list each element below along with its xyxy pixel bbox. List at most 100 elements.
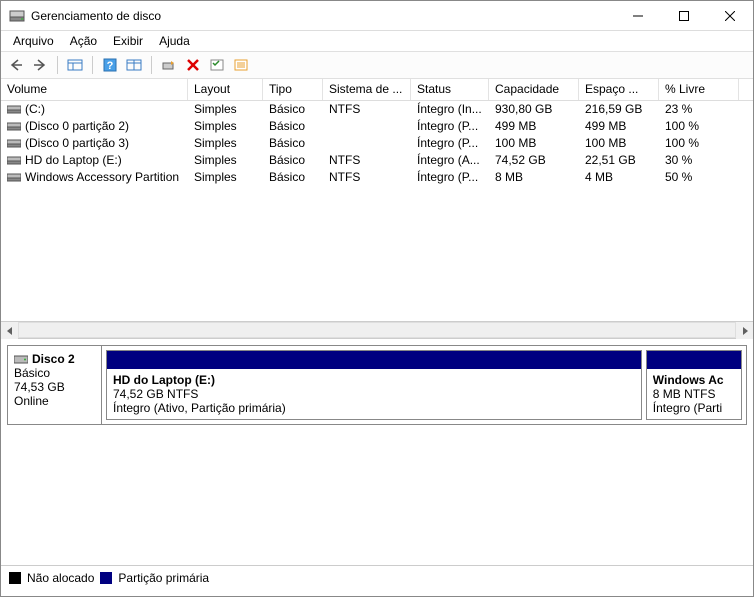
back-button[interactable] <box>5 54 27 76</box>
properties-button[interactable] <box>206 54 228 76</box>
volume-status: Íntegro (P... <box>411 135 489 152</box>
disk-row[interactable]: Disco 2 Básico 74,53 GB Online HD do Lap… <box>7 345 747 425</box>
app-icon <box>9 8 25 24</box>
help-button[interactable]: ? <box>99 54 121 76</box>
menu-view[interactable]: Exibir <box>105 32 151 50</box>
volume-capacity: 100 MB <box>489 135 579 152</box>
volume-status: Íntegro (P... <box>411 118 489 135</box>
volume-icon <box>7 155 21 165</box>
volume-name: HD do Laptop (E:) <box>25 153 122 167</box>
volume-type: Básico <box>263 152 323 169</box>
partition-color-bar <box>107 351 641 369</box>
volume-fs: NTFS <box>323 152 411 169</box>
volume-capacity: 8 MB <box>489 169 579 186</box>
col-filesystem[interactable]: Sistema de ... <box>323 79 411 100</box>
window-title: Gerenciamento de disco <box>31 9 615 23</box>
volume-fs <box>323 135 411 152</box>
volume-type: Básico <box>263 101 323 118</box>
volume-rows[interactable]: (C:)SimplesBásicoNTFSÍntegro (In...930,8… <box>1 101 753 321</box>
table-row[interactable]: HD do Laptop (E:) SimplesBásicoNTFSÍntegr… <box>1 152 753 169</box>
toolbar-separator <box>57 56 58 74</box>
table-row[interactable]: (C:)SimplesBásicoNTFSÍntegro (In...930,8… <box>1 101 753 118</box>
volume-free: 499 MB <box>579 118 659 135</box>
volume-icon <box>7 172 21 182</box>
scroll-right-icon[interactable] <box>736 323 753 339</box>
volume-name: (Disco 0 partição 2) <box>25 119 129 133</box>
settings-button[interactable] <box>123 54 145 76</box>
volume-fs <box>323 118 411 135</box>
volume-fs: NTFS <box>323 169 411 186</box>
volume-layout: Simples <box>188 118 263 135</box>
forward-button[interactable] <box>29 54 51 76</box>
volume-type: Básico <box>263 169 323 186</box>
disk-label: Disco 2 <box>32 352 75 366</box>
legend-primary: Partição primária <box>118 571 209 585</box>
partition-size: 8 MB NTFS <box>653 387 735 401</box>
volume-layout: Simples <box>188 152 263 169</box>
volume-type: Básico <box>263 118 323 135</box>
volume-capacity: 930,80 GB <box>489 101 579 118</box>
scroll-track[interactable] <box>18 322 736 338</box>
list-button[interactable] <box>230 54 252 76</box>
col-type[interactable]: Tipo <box>263 79 323 100</box>
title-bar: Gerenciamento de disco <box>1 1 753 31</box>
swatch-primary <box>100 572 112 584</box>
volume-status: Íntegro (A... <box>411 152 489 169</box>
col-status[interactable]: Status <box>411 79 489 100</box>
col-free[interactable]: Espaço ... <box>579 79 659 100</box>
minimize-button[interactable] <box>615 1 661 31</box>
volume-pct: 100 % <box>659 118 739 135</box>
volume-free: 216,59 GB <box>579 101 659 118</box>
close-button[interactable] <box>707 1 753 31</box>
volume-pct: 30 % <box>659 152 739 169</box>
disk-status: Online <box>14 394 95 408</box>
menu-action[interactable]: Ação <box>62 32 105 50</box>
col-volume[interactable]: Volume <box>1 79 188 100</box>
refresh-button[interactable] <box>158 54 180 76</box>
partitions-container: HD do Laptop (E:)74,52 GB NTFSÍntegro (A… <box>102 346 746 424</box>
volume-status: Íntegro (In... <box>411 101 489 118</box>
swatch-unallocated <box>9 572 21 584</box>
col-pct[interactable]: % Livre <box>659 79 739 100</box>
volume-pct: 100 % <box>659 135 739 152</box>
maximize-button[interactable] <box>661 1 707 31</box>
show-hide-console-button[interactable] <box>64 54 86 76</box>
disk-info[interactable]: Disco 2 Básico 74,53 GB Online <box>8 346 102 424</box>
partition[interactable]: HD do Laptop (E:)74,52 GB NTFSÍntegro (A… <box>106 350 642 420</box>
volume-pct: 23 % <box>659 101 739 118</box>
partition[interactable]: Windows Ac8 MB NTFSÍntegro (Parti <box>646 350 742 420</box>
volume-layout: Simples <box>188 169 263 186</box>
disk-type: Básico <box>14 366 95 380</box>
menu-bar: Arquivo Ação Exibir Ajuda <box>1 31 753 51</box>
volume-name: (Disco 0 partição 3) <box>25 136 129 150</box>
volume-free: 22,51 GB <box>579 152 659 169</box>
menu-help[interactable]: Ajuda <box>151 32 198 50</box>
table-row[interactable]: (Disco 0 partição 2) SimplesBásico Íntegro… <box>1 118 753 135</box>
col-layout[interactable]: Layout <box>188 79 263 100</box>
partition-name: Windows Ac <box>653 373 735 387</box>
table-row[interactable]: (Disco 0 partição 3)SimplesBásicoÍntegro… <box>1 135 753 152</box>
volume-icon <box>7 121 21 131</box>
volume-layout: Simples <box>188 135 263 152</box>
toolbar-separator <box>92 56 93 74</box>
volume-capacity: 499 MB <box>489 118 579 135</box>
volume-icon <box>7 138 21 148</box>
legend-unallocated: Não alocado <box>27 571 94 585</box>
col-capacity[interactable]: Capacidade <box>489 79 579 100</box>
volume-capacity: 74,52 GB <box>489 152 579 169</box>
scroll-left-icon[interactable] <box>1 323 18 339</box>
column-headers: Volume Layout Tipo Sistema de ... Status… <box>1 79 753 101</box>
table-row[interactable]: Windows Accessory Partition SimplesBásico… <box>1 169 753 186</box>
menu-file[interactable]: Arquivo <box>5 32 62 50</box>
pane-splitter[interactable] <box>1 321 753 339</box>
partition-size: 74,52 GB NTFS <box>113 387 635 401</box>
delete-button[interactable] <box>182 54 204 76</box>
volume-name: Windows Accessory Partition <box>25 170 179 184</box>
volume-layout: Simples <box>188 101 263 118</box>
volume-free: 100 MB <box>579 135 659 152</box>
volume-free: 4 MB <box>579 169 659 186</box>
volume-status: Íntegro (P... <box>411 169 489 186</box>
toolbar: ? <box>1 51 753 79</box>
volume-list-pane: Volume Layout Tipo Sistema de ... Status… <box>1 79 753 321</box>
svg-text:?: ? <box>107 60 114 72</box>
